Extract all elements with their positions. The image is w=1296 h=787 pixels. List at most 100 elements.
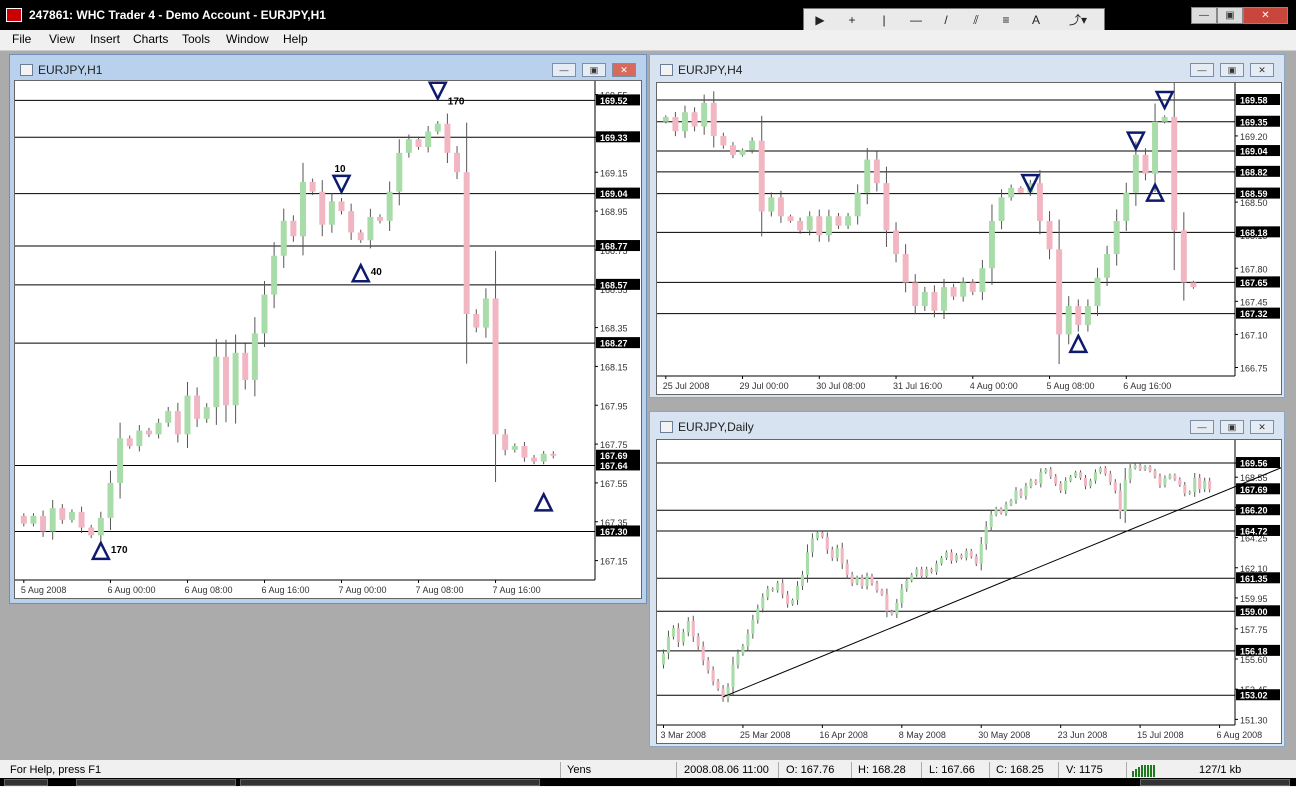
candle-body [1148,466,1152,471]
candle-body [915,569,919,575]
cursor-icon[interactable]: ▶ [808,12,832,28]
time-tick-label: 29 Jul 00:00 [740,381,789,391]
chart-close-button[interactable]: ✕ [1250,63,1274,77]
candle-body [434,123,441,132]
candlestick-chart[interactable]: 169.56168.55166.40164.25162.10159.95157.… [657,440,1281,743]
menu-charts[interactable]: Charts [133,32,168,46]
price-tick-label: 168.50 [1240,198,1268,208]
current-price-label: 167.69 [600,451,628,461]
candle-body [454,152,461,173]
level-price-label: 167.30 [600,527,628,537]
menu-insert[interactable]: Insert [90,32,120,46]
candle-body [797,220,804,231]
price-tick-label: 167.15 [600,557,628,567]
chart-minimize-button[interactable]: — [1190,63,1214,77]
time-tick-label: 25 Mar 2008 [740,730,791,740]
chart-window-eurjpy-h4[interactable]: EURJPY,H4 — ▣ ✕ 169.20168.85168.50168.15… [649,54,1285,398]
trendline-icon[interactable]: / [934,12,958,28]
close-button[interactable]: ✕ [1243,7,1288,24]
candle-body [825,216,832,236]
menu-window[interactable]: Window [226,32,269,46]
candle-body [280,220,287,256]
candle-body [885,594,889,612]
status-profile[interactable]: Yens [567,764,591,776]
candle-body [88,527,95,536]
taskbar-button[interactable] [76,779,236,786]
candle-body [502,434,509,450]
chart-close-button[interactable]: ✕ [1250,420,1274,434]
status-volume: V: 1175 [1066,764,1103,776]
crosshair-icon[interactable]: + [840,12,864,28]
candle-body [1024,486,1028,497]
candle-body [741,646,745,654]
chart-close-button[interactable]: ✕ [612,63,636,77]
minimize-button[interactable]: — [1191,7,1217,24]
chart-window-eurjpy-daily[interactable]: EURJPY,Daily — ▣ ✕ 169.56168.55166.40164… [649,411,1285,747]
taskbar-button[interactable] [4,779,48,786]
taskbar-button[interactable] [240,779,540,786]
chart-area[interactable]: 169.55169.33169.15168.95168.75168.55168.… [14,80,642,599]
marker-label: 40 [371,267,383,278]
candle-body [686,621,690,633]
channel-icon[interactable]: ⫽ [964,12,988,28]
candle-body [1173,475,1177,480]
candlestick-chart[interactable]: 169.55169.33169.15168.95168.75168.55168.… [15,81,641,598]
window-controls: — ▣ ✕ [1191,7,1288,24]
candle-body [921,291,928,307]
status-divider [989,762,990,778]
horizontal-line-icon[interactable]: — [904,12,928,28]
chart-minimize-button[interactable]: — [1190,420,1214,434]
menu-tools[interactable]: Tools [182,32,210,46]
chart-minimize-button[interactable]: — [552,63,576,77]
candle-body [815,532,819,539]
restore-button[interactable]: ▣ [1217,7,1243,24]
candle-body [920,569,924,577]
level-price-label: 169.04 [600,189,628,199]
candle-body [396,152,403,192]
chart-area[interactable]: 169.56168.55166.40164.25162.10159.95157.… [656,439,1282,744]
marker-label: 170 [111,545,128,556]
up-triangle-marker [1145,181,1166,202]
candle-body [1036,183,1043,221]
time-tick-label: 6 Aug 2008 [1217,730,1263,740]
text-icon[interactable]: A [1024,12,1048,28]
status-divider [921,762,922,778]
chart-area[interactable]: 169.20168.85168.50168.15167.80167.45167.… [656,82,1282,395]
vertical-line-icon[interactable]: | [872,12,896,28]
candle-body [1046,220,1053,250]
current-price-label: 167.69 [1240,485,1268,495]
chart-restore-button[interactable]: ▣ [582,63,606,77]
price-tick-label: 151.30 [1240,715,1268,725]
candle-body [691,621,695,637]
candle-body [59,508,66,520]
time-tick-label: 15 Jul 2008 [1137,730,1184,740]
candle-body [800,574,805,587]
candlestick-chart[interactable]: 169.20168.85168.50168.15167.80167.45167.… [657,83,1281,394]
candle-body [1084,306,1091,325]
level-price-label: 166.20 [1240,506,1268,516]
candle-body [1044,469,1048,473]
candle-body [1123,479,1127,512]
candle-body [463,172,470,314]
candle-body [795,586,800,601]
app-icon[interactable] [6,8,22,22]
chart-window-icon [660,64,673,76]
price-tick-label: 167.75 [600,440,628,450]
menu-view[interactable]: View [49,32,75,46]
candle-body [1171,117,1178,231]
chart-window-title: EURJPY,H1 [38,63,103,77]
menu-file[interactable]: File [12,32,31,46]
candle-body [941,287,947,311]
candle-body [771,588,775,591]
candle-body [739,150,746,155]
menu-help[interactable]: Help [283,32,308,46]
candle-body [1183,484,1187,494]
chart-window-eurjpy-h1[interactable]: EURJPY,H1 — ▣ ✕ 169.55169.33169.15168.95… [9,54,647,604]
chart-restore-button[interactable]: ▣ [1220,420,1244,434]
level-price-label: 168.57 [600,280,628,290]
fibonacci-icon[interactable]: ≡ [994,12,1018,28]
arrow-icon[interactable]: ⤴▾ [1066,12,1090,28]
down-triangle-marker [427,81,448,102]
chart-restore-button[interactable]: ▣ [1220,63,1244,77]
mdi-area: EURJPY,H1 — ▣ ✕ 169.55169.33169.15168.95… [0,51,1296,758]
